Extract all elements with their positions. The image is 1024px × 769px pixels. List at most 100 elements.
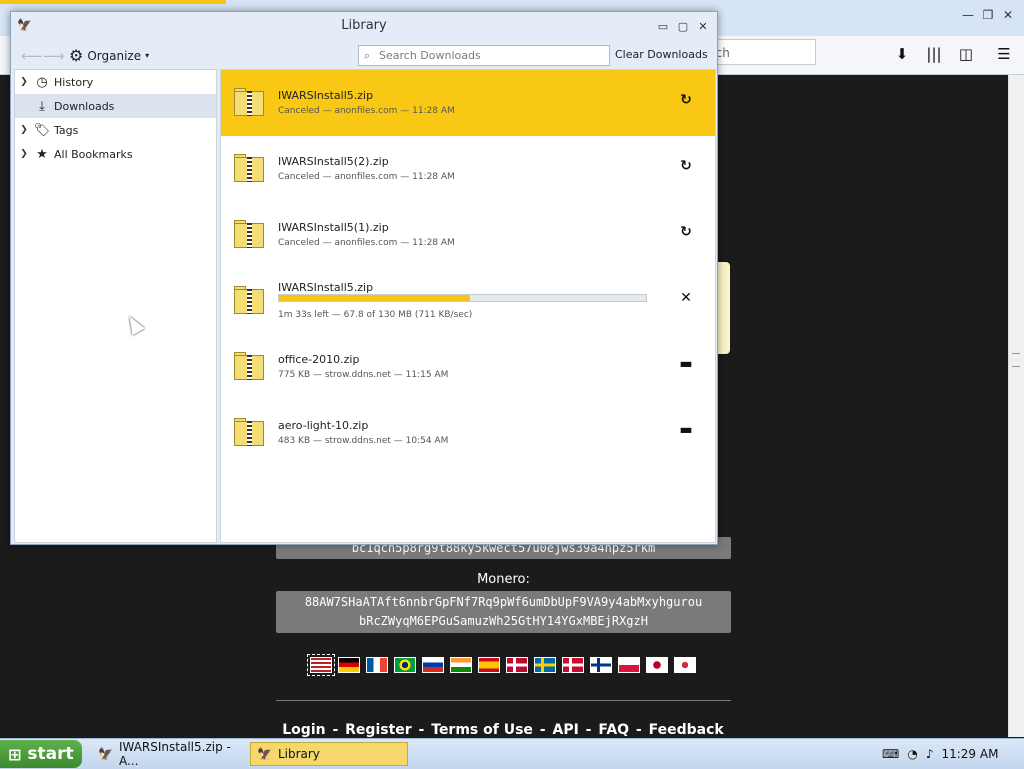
- zip-file-icon: [234, 154, 264, 182]
- zip-file-icon: [234, 418, 264, 446]
- download-status: 483 KB — strow.ddns.net — 10:54 AM: [278, 436, 449, 446]
- zip-file-icon: [234, 88, 264, 116]
- flag-in[interactable]: [450, 657, 472, 673]
- flag-se[interactable]: [534, 657, 556, 673]
- faq-link[interactable]: FAQ: [598, 722, 629, 738]
- expand-arrow-icon[interactable]: ❯: [15, 149, 33, 159]
- downloads-list: IWARSInstall5.zip Canceled — anonfiles.c…: [220, 69, 716, 543]
- library-icon[interactable]: |||: [922, 42, 946, 66]
- retry-icon[interactable]: ↻: [676, 92, 696, 112]
- open-folder-icon[interactable]: ▬: [676, 356, 696, 376]
- download-status: 775 KB — strow.ddns.net — 11:15 AM: [278, 370, 449, 380]
- page-scrollbar[interactable]: [1008, 75, 1024, 737]
- flag-jp[interactable]: [646, 657, 668, 673]
- footer-divider: [276, 700, 731, 701]
- login-link[interactable]: Login: [282, 722, 325, 738]
- maximize-icon[interactable]: ▢: [675, 20, 691, 33]
- sidebar-item-all-bookmarks[interactable]: ❯ ★ All Bookmarks: [15, 142, 216, 166]
- taskbar-item-library[interactable]: 🦅 Library: [250, 742, 408, 766]
- expand-arrow-icon[interactable]: ❯: [15, 77, 33, 87]
- flag-us[interactable]: [307, 654, 335, 676]
- retry-icon[interactable]: ↻: [676, 158, 696, 178]
- feedback-link[interactable]: Feedback: [649, 722, 724, 738]
- open-folder-icon[interactable]: ▬: [676, 422, 696, 442]
- app-logo-icon: 🦅: [257, 747, 272, 761]
- language-flags: [307, 654, 696, 676]
- app-logo-icon: 🦅: [98, 747, 113, 761]
- menu-icon[interactable]: ☰: [992, 42, 1016, 66]
- zip-file-icon: [234, 352, 264, 380]
- monero-label: Monero:: [477, 572, 530, 587]
- library-window: 🦅 Library ▭ ▢ ✕ ⟵ ⟶ ⚙ Organize ▾ ⌕ Searc…: [10, 11, 718, 545]
- tag-icon: 🏷: [33, 122, 51, 138]
- flag-es[interactable]: [478, 657, 500, 673]
- active-tab-indicator[interactable]: [0, 0, 226, 4]
- download-item[interactable]: office-2010.zip 775 KB — strow.ddns.net …: [221, 334, 715, 400]
- flag-kr[interactable]: [674, 657, 696, 673]
- flag-pl[interactable]: [618, 657, 640, 673]
- search-icon: ⌕: [364, 49, 371, 62]
- sidebar-item-history[interactable]: ❯ ◷ History: [15, 70, 216, 94]
- dropdown-arrow-icon: ▾: [145, 51, 150, 60]
- download-status: 1m 33s left — 67.8 of 130 MB (711 KB/sec…: [278, 310, 473, 320]
- restore-icon[interactable]: ❐: [980, 8, 996, 22]
- keyboard-icon[interactable]: ⌨: [882, 747, 899, 761]
- clear-downloads-button[interactable]: Clear Downloads: [615, 48, 708, 61]
- register-link[interactable]: Register: [345, 722, 412, 738]
- flag-no[interactable]: [506, 657, 528, 673]
- close-icon[interactable]: ✕: [695, 20, 711, 33]
- download-item[interactable]: IWARSInstall5(1).zip Canceled — anonfile…: [221, 202, 715, 268]
- clock-icon: ◷: [36, 74, 48, 90]
- flag-br[interactable]: [394, 657, 416, 673]
- expand-arrow-icon[interactable]: ❯: [15, 125, 33, 135]
- terms-link[interactable]: Terms of Use: [431, 722, 533, 738]
- api-link[interactable]: API: [552, 722, 578, 738]
- download-filename: office-2010.zip: [278, 353, 360, 366]
- minimize-icon[interactable]: ▭: [655, 20, 671, 33]
- sidebar-item-tags[interactable]: ❯ 🏷 Tags: [15, 118, 216, 142]
- flag-fr[interactable]: [366, 657, 388, 673]
- network-icon[interactable]: ◔: [907, 747, 917, 761]
- browser-window-controls: — ❐ ✕: [960, 8, 1016, 22]
- windows-logo-icon: ⊞: [8, 744, 22, 764]
- flag-ru[interactable]: [422, 657, 444, 673]
- zip-file-icon: [234, 220, 264, 248]
- system-tray: ⌨ ◔ ♪ 11:29 AM: [882, 741, 1024, 767]
- search-downloads-input[interactable]: ⌕ Search Downloads: [358, 45, 610, 66]
- download-status: Canceled — anonfiles.com — 11:28 AM: [278, 172, 455, 182]
- download-item[interactable]: aero-light-10.zip 483 KB — strow.ddns.ne…: [221, 400, 715, 466]
- sidebar-icon[interactable]: ◫: [954, 42, 978, 66]
- download-progress-bar: [278, 294, 647, 302]
- organize-label: Organize: [87, 48, 142, 63]
- download-item[interactable]: IWARSInstall5(2).zip Canceled — anonfile…: [221, 136, 715, 202]
- download-filename: IWARSInstall5.zip: [278, 281, 374, 294]
- download-item[interactable]: IWARSInstall5.zip Canceled — anonfiles.c…: [221, 70, 715, 136]
- library-title-bar[interactable]: 🦅 Library ▭ ▢ ✕: [11, 12, 717, 40]
- taskbar-item-browser[interactable]: 🦅 IWARSInstall5.zip - A...: [92, 740, 242, 768]
- forward-arrow-icon[interactable]: ⟶: [43, 47, 65, 65]
- monero-address: 88AW7SHaATAft6nnbrGpFNf7Rq9pWf6umDbUpF9V…: [276, 591, 731, 633]
- sidebar-item-downloads[interactable]: ⤓ Downloads: [15, 94, 216, 118]
- minimize-icon[interactable]: —: [960, 8, 976, 22]
- download-icon: ⤓: [39, 98, 45, 114]
- star-icon: ★: [36, 146, 48, 162]
- flag-de[interactable]: [338, 657, 360, 673]
- retry-icon[interactable]: ↻: [676, 224, 696, 244]
- downloads-icon[interactable]: ⬇: [890, 42, 914, 66]
- download-item-in-progress[interactable]: IWARSInstall5.zip 1m 33s left — 67.8 of …: [221, 268, 715, 334]
- clock: 11:29 AM: [941, 747, 999, 761]
- download-filename: IWARSInstall5.zip: [278, 89, 374, 102]
- volume-icon[interactable]: ♪: [926, 747, 934, 761]
- start-button[interactable]: ⊞ start: [0, 740, 82, 768]
- organize-button[interactable]: ⚙ Organize ▾: [69, 46, 149, 65]
- back-arrow-icon[interactable]: ⟵: [21, 47, 43, 65]
- download-filename: IWARSInstall5(1).zip: [278, 221, 389, 234]
- flag-dk[interactable]: [562, 657, 584, 673]
- download-status: Canceled — anonfiles.com — 11:28 AM: [278, 238, 455, 248]
- flag-fi[interactable]: [590, 657, 612, 673]
- close-icon[interactable]: ✕: [1000, 8, 1016, 22]
- notice-card: [716, 262, 730, 354]
- library-sidebar: ❯ ◷ History ⤓ Downloads ❯ 🏷 Tags ❯ ★ All…: [14, 69, 217, 543]
- gear-icon: ⚙: [69, 46, 84, 65]
- cancel-icon[interactable]: ✕: [676, 290, 696, 310]
